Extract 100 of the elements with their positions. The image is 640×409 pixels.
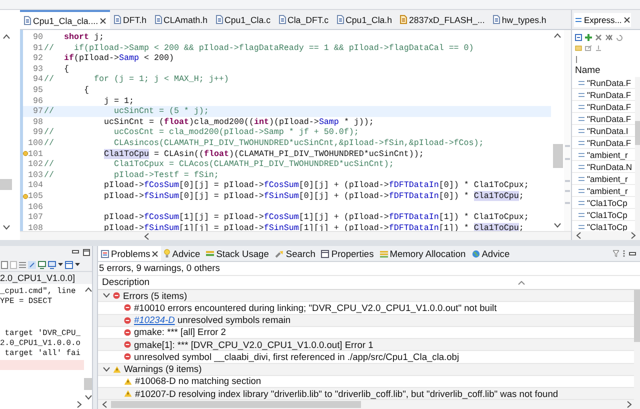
scroll-left-icon[interactable] <box>144 232 149 240</box>
plus-icon[interactable] <box>585 34 592 40</box>
vertical-scrollbar[interactable] <box>84 287 92 400</box>
expression-name[interactable]: "RunData.F <box>587 102 632 112</box>
line-number: 91 <box>32 42 43 54</box>
scrollbar-thumb[interactable] <box>635 121 640 145</box>
editor-tab[interactable]: Cla_DFT.c <box>274 10 333 29</box>
dropdown-arrow-icon[interactable] <box>75 263 80 266</box>
refresh-icon[interactable] <box>616 34 623 40</box>
line-number: 102 <box>28 159 43 170</box>
expression-name[interactable]: "ambient_r <box>587 150 628 160</box>
close-icon[interactable] <box>152 250 158 256</box>
double-cross-icon[interactable] <box>605 34 613 40</box>
expression-name[interactable]: "RunData.I <box>587 126 628 136</box>
expression-name[interactable]: "ambient_r <box>587 186 628 196</box>
chevron-down-icon[interactable] <box>103 366 110 372</box>
line-number: 92 <box>32 53 43 64</box>
expression-name[interactable]: "Cla1ToCp <box>587 222 628 231</box>
scroll-left-icon[interactable] <box>576 232 581 239</box>
horizontal-scrollbar[interactable] <box>20 231 571 240</box>
horizontal-scrollbar[interactable] <box>572 231 640 240</box>
scroll-up-icon[interactable] <box>554 33 561 38</box>
close-icon[interactable] <box>100 18 106 24</box>
sort-caret-icon[interactable] <box>518 280 525 284</box>
scroll-left-icon[interactable] <box>102 401 107 408</box>
scroll-up-icon[interactable] <box>3 34 10 39</box>
lines-icon[interactable] <box>19 260 26 268</box>
monitor-icon[interactable] <box>38 260 46 268</box>
scrollbar-thumb[interactable] <box>111 401 361 408</box>
minimize-icon[interactable] <box>72 250 79 254</box>
editor-tab[interactable]: hw_types.h <box>488 10 550 29</box>
editor-tab[interactable]: Cpu1_Cla.h <box>332 10 396 29</box>
editor-tab[interactable]: CLAmath.h <box>150 10 212 29</box>
chevron-down-icon[interactable] <box>103 293 110 298</box>
scroll-right-icon[interactable] <box>627 401 632 408</box>
editor-tab[interactable]: Cpu1_Cla_cla.... <box>20 10 110 29</box>
editor-tab[interactable]: 2837xD_FLASH_... <box>396 10 489 29</box>
panel-tab[interactable]: Advice <box>161 246 204 261</box>
filter-icon[interactable] <box>613 250 619 257</box>
line-number: 93 <box>32 64 43 74</box>
expression-name[interactable]: "RunData.F <box>587 90 632 100</box>
editor-tab[interactable]: Cpu1_Cla.c <box>212 10 274 29</box>
group-label[interactable]: Warnings (9 items) <box>124 364 202 374</box>
group-label[interactable]: Errors (5 items) <box>123 290 188 301</box>
expression-name[interactable]: "Cla1ToCp <box>587 210 628 220</box>
dropdown-arrow-icon[interactable] <box>58 263 63 266</box>
panel-tab[interactable]: Problems <box>98 246 162 261</box>
vertical-scrollbar[interactable] <box>635 77 640 231</box>
column-header[interactable]: Name <box>572 63 640 77</box>
scroll-down-icon[interactable] <box>84 395 92 400</box>
expression-name[interactable]: "Cla1ToCp <box>587 198 628 208</box>
close-icon[interactable] <box>624 16 630 22</box>
line-number: 97 <box>32 106 43 117</box>
scrollbar-thumb[interactable] <box>552 144 562 168</box>
panel-tab[interactable]: Search <box>272 246 318 261</box>
scrollbar-thumb[interactable] <box>634 290 640 342</box>
variable-icon <box>575 16 582 22</box>
line-number: 108 <box>28 222 43 231</box>
expression-name[interactable]: "RunData.F <box>587 114 632 124</box>
horizontal-scrollbar[interactable] <box>98 400 640 409</box>
line-number: 100 <box>28 138 43 149</box>
pin-icon[interactable] <box>28 260 36 268</box>
problem-description[interactable]: unresolved symbol __claabi_divi, first referenced in ./app/src/Cpu1_Cla_cla.obj <box>134 352 460 362</box>
scroll-right-icon[interactable] <box>631 232 636 239</box>
expression-name[interactable]: "RunData.F <box>587 78 632 88</box>
scroll-up-icon[interactable] <box>84 287 92 292</box>
minimize-icon[interactable] <box>629 252 636 256</box>
panel-tab[interactable]: Memory Allocation <box>376 246 469 261</box>
scrollbar-thumb[interactable] <box>0 179 12 190</box>
expressions-tab[interactable]: Express... <box>574 12 631 26</box>
vertical-scrollbar[interactable] <box>551 30 564 231</box>
column-header[interactable]: Description <box>102 277 150 288</box>
editor-tab[interactable]: DFT.h <box>110 10 151 29</box>
pipe-icon[interactable] <box>575 56 578 62</box>
code-line: // ucSinCnt = (5 * j); <box>43 106 209 117</box>
problem-description[interactable]: #10010 errors encountered during linking; "DVR_CPU_V2.0_CPU1_V1.0.0.out" not built <box>134 302 497 313</box>
scroll-down-icon[interactable] <box>554 223 561 228</box>
link[interactable]: #10234-D <box>134 315 175 326</box>
variable-icon <box>578 212 585 218</box>
panel-tab[interactable]: Properties <box>318 246 377 261</box>
maximize-icon[interactable] <box>83 248 90 256</box>
panel-tab[interactable]: Advice <box>468 246 513 261</box>
monitor-icon[interactable] <box>48 260 56 268</box>
window-icon[interactable] <box>65 260 73 268</box>
code-line: { <box>63 64 69 74</box>
vertical-scrollbar[interactable] <box>634 290 640 400</box>
collapse-icon[interactable] <box>575 34 582 40</box>
scrollbar-thumb[interactable] <box>84 378 92 390</box>
problem-description[interactable]: gmake: *** [all] Error 2 <box>134 327 226 338</box>
variable-icon <box>578 224 585 230</box>
cross-icon[interactable] <box>595 34 602 40</box>
scroll-right-icon[interactable] <box>77 401 82 408</box>
expression-name[interactable]: "ambient_r <box>587 174 628 184</box>
file-icon <box>400 15 408 24</box>
scroll-down-icon[interactable] <box>3 225 10 230</box>
problem-description[interactable]: #10068-D no matching section <box>135 376 262 386</box>
expression-name[interactable]: "RunData.N <box>587 162 632 172</box>
panel-tab[interactable]: Stack Usage <box>203 246 272 261</box>
line-number: 103 <box>28 170 43 180</box>
expression-name[interactable]: "RunData.F <box>587 138 632 148</box>
